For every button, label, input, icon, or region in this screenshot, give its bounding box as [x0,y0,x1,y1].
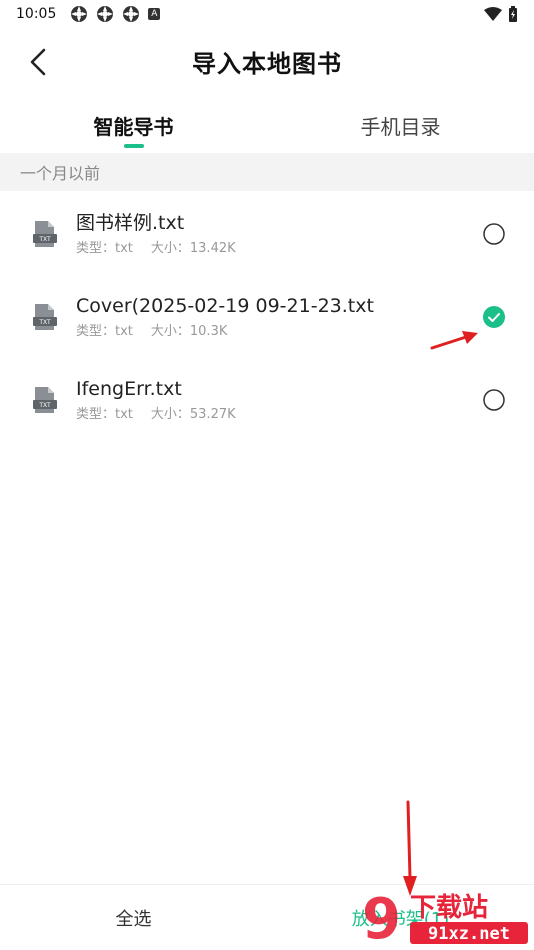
file-info: 图书样例.txt 类型：txt 大小：13.42K [76,211,482,256]
tab-active-indicator [123,144,144,148]
file-meta: 类型：txt 大小：10.3K [76,320,482,339]
svg-text:TXT: TXT [38,402,51,409]
file-info: Cover(2025-02-19 09-21-23.txt 类型：txt 大小：… [76,294,482,339]
tab-label: 手机目录 [360,114,441,139]
wifi-icon [484,7,502,21]
system-icons [484,6,518,22]
header: 导入本地图书 [0,32,534,90]
check-circle-icon[interactable] [482,305,506,329]
txt-file-icon: TXT [33,386,57,413]
svg-text:9: 9 [362,887,401,948]
file-meta: 类型：txt 大小：13.42K [76,237,482,256]
txt-file-icon: TXT [33,220,57,247]
unchecked-radio-icon[interactable] [482,388,506,412]
app-notification-icon [71,6,88,22]
file-list-item[interactable]: TXT IfengErr.txt 类型：txt 大小：53.27K [0,358,534,441]
svg-text:下载站: 下载站 [410,893,488,923]
battery-icon [509,6,517,22]
svg-text:TXT: TXT [38,319,51,326]
file-type: 类型：txt [76,407,133,422]
unchecked-radio-icon[interactable] [482,222,506,246]
watermark-logo: 9 下载站 91xz.net [362,887,528,950]
txt-file-icon: TXT [33,303,57,330]
notification-icons: A [70,5,161,23]
file-list: TXT 图书样例.txt 类型：txt 大小：13.42K TXT Cover(… [0,192,534,441]
app-notification-icon [123,6,140,22]
file-size: 大小：13.42K [150,241,236,256]
file-name: Cover(2025-02-19 09-21-23.txt [76,295,374,317]
file-size: 大小：53.27K [150,407,236,422]
file-meta: 类型：txt 大小：53.27K [76,403,482,422]
page-title: 导入本地图书 [192,49,342,78]
app-notification-icon [97,6,114,22]
tab-label: 智能导书 [93,114,174,139]
back-button[interactable] [18,42,58,82]
tab-phone-directory[interactable]: 手机目录 [267,98,534,152]
section-header: 一个月以前 [0,153,534,191]
file-info: IfengErr.txt 类型：txt 大小：53.27K [76,377,482,422]
file-type: 类型：txt [76,241,133,256]
site-watermark: 9 下载站 91xz.net [360,886,530,950]
file-list-item[interactable]: TXT 图书样例.txt 类型：txt 大小：13.42K [0,192,534,275]
svg-text:91xz.net: 91xz.net [428,924,510,944]
file-name: IfengErr.txt [76,378,182,400]
tab-smart-import[interactable]: 智能导书 [0,98,267,152]
file-type: 类型：txt [76,324,133,339]
status-time: 10:05 [16,6,57,22]
chevron-left-icon [30,48,46,76]
select-all-button[interactable]: 全选 [0,885,267,950]
tab-bar: 智能导书 手机目录 [0,98,534,152]
a-badge-icon: A [148,8,161,20]
file-list-item[interactable]: TXT Cover(2025-02-19 09-21-23.txt 类型：txt… [0,275,534,358]
svg-text:TXT: TXT [38,236,51,243]
arrow-to-add-button [403,800,417,896]
file-name: 图书样例.txt [76,212,185,234]
status-bar: 10:05 A [0,0,534,28]
file-size: 大小：10.3K [150,324,228,339]
